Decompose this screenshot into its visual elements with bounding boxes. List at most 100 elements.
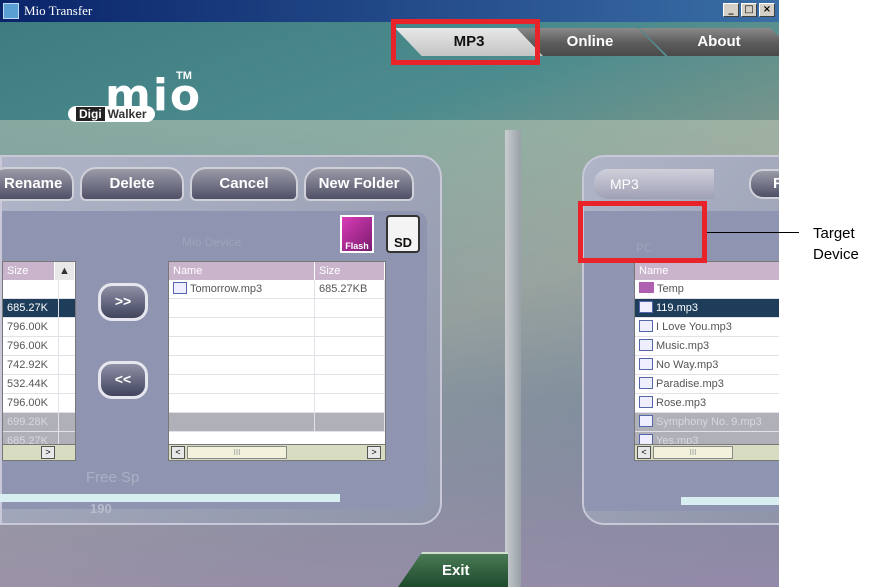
device-col-size[interactable]: Size xyxy=(315,262,385,280)
logo-trademark: TM xyxy=(176,70,192,82)
size-cell: 742.92K xyxy=(3,356,59,374)
pc-list-hscroll[interactable]: > xyxy=(3,444,75,460)
list-item[interactable]: Paradise.mp3 xyxy=(635,375,779,394)
close-button[interactable]: × xyxy=(759,3,775,17)
panel-divider xyxy=(505,130,521,587)
list-item[interactable]: Rose.mp3 xyxy=(635,394,779,413)
left-panel: Rename Delete Cancel New Folder Mio Devi… xyxy=(0,155,442,525)
f-button[interactable]: F xyxy=(749,169,779,199)
mp3-section-label: MP3 xyxy=(594,169,714,199)
scroll-up-icon[interactable]: ▲ xyxy=(55,262,75,280)
device-file-list[interactable]: Name Size Tomorrow.mp3 685.27KB < III > xyxy=(168,261,386,461)
cancel-button[interactable]: Cancel xyxy=(190,167,298,201)
progress-bar-right xyxy=(681,497,779,505)
list-item[interactable]: 685.27K xyxy=(3,299,75,318)
mio-logo: mio TM Digi Walker xyxy=(30,70,200,130)
list-item xyxy=(169,299,385,318)
logo-subtitle: Digi Walker xyxy=(68,106,155,122)
delete-button[interactable]: Delete xyxy=(80,167,184,201)
list-item[interactable]: 119.mp3 xyxy=(635,299,779,318)
mio-transfer-window: Mio Transfer _ □ × About Online MP3 mio … xyxy=(0,0,779,587)
size-cell: 685.27K xyxy=(3,299,59,317)
list-item xyxy=(169,375,385,394)
list-item[interactable]: No Way.mp3 xyxy=(635,356,779,375)
scroll-right-icon[interactable]: > xyxy=(367,446,381,459)
file-name: Paradise.mp3 xyxy=(656,378,724,390)
progress-bar-left xyxy=(0,494,340,502)
target-device-highlight xyxy=(578,201,707,263)
file-icon xyxy=(639,377,653,389)
list-item[interactable]: 796.00K xyxy=(3,337,75,356)
scroll-right-icon[interactable]: > xyxy=(41,446,55,459)
list-item[interactable]: Tomorrow.mp3 685.27KB xyxy=(169,280,385,299)
list-item[interactable]: Symphony No. 9.mp3 xyxy=(635,413,779,432)
maximize-button[interactable]: □ xyxy=(741,3,757,17)
name-cell: Temp xyxy=(635,280,779,298)
name-cell: Paradise.mp3 xyxy=(635,375,779,393)
file-name: Symphony No. 9.mp3 xyxy=(656,416,762,428)
scroll-thumb[interactable]: III xyxy=(187,446,287,459)
size-cell: 796.00K xyxy=(3,337,59,355)
target-list-header: Name xyxy=(635,262,779,280)
move-to-device-button[interactable]: >> xyxy=(98,283,148,321)
callout-line-2: Device xyxy=(813,246,859,263)
folder-icon xyxy=(639,282,654,293)
app-icon xyxy=(3,3,19,19)
list-item[interactable]: 699.28K xyxy=(3,413,75,432)
title-bar: Mio Transfer _ □ × xyxy=(0,0,779,22)
list-item[interactable]: Music.mp3 xyxy=(635,337,779,356)
list-item[interactable]: Temp xyxy=(635,280,779,299)
file-icon xyxy=(639,358,653,370)
list-item xyxy=(169,413,385,432)
scroll-left-icon[interactable]: < xyxy=(171,446,185,459)
file-name: I Love You.mp3 xyxy=(656,321,732,333)
sd-card-icon[interactable]: SD xyxy=(386,215,420,253)
size-cell: 699.28K xyxy=(3,413,59,431)
minimize-button[interactable]: _ xyxy=(723,3,739,17)
scroll-thumb[interactable]: III xyxy=(653,446,733,459)
device-col-name[interactable]: Name xyxy=(169,262,315,280)
list-item[interactable] xyxy=(3,280,75,299)
logo-sub-prefix: Digi xyxy=(76,107,105,121)
move-to-pc-button[interactable]: << xyxy=(98,361,148,399)
list-item[interactable]: 532.44K xyxy=(3,375,75,394)
file-icon xyxy=(639,396,653,408)
window-controls: _ □ × xyxy=(723,3,775,17)
rename-button[interactable]: Rename xyxy=(0,167,74,201)
file-name: 119.mp3 xyxy=(656,302,698,314)
free-space-label: Free Sp xyxy=(86,469,140,486)
logo-sub-suffix: Walker xyxy=(107,107,147,121)
list-item xyxy=(169,394,385,413)
name-cell: I Love You.mp3 xyxy=(635,318,779,336)
file-icon xyxy=(639,339,653,351)
new-folder-button[interactable]: New Folder xyxy=(304,167,414,201)
target-col-name[interactable]: Name xyxy=(635,262,779,280)
window-title: Mio Transfer xyxy=(24,3,93,18)
pc-list-header: Size ▲ xyxy=(3,262,75,280)
name-cell: Symphony No. 9.mp3 xyxy=(635,413,779,431)
file-icon xyxy=(173,282,187,294)
name-cell: Rose.mp3 xyxy=(635,394,779,412)
pc-file-list[interactable]: Size ▲ 685.27K 796.00K 796.00K 742.92K 5… xyxy=(2,261,76,461)
list-item[interactable]: 796.00K xyxy=(3,394,75,413)
device-list-hscroll[interactable]: < III > xyxy=(169,444,385,460)
transfer-area: Mio Device Flash SD Size ▲ 685.27K 796.0… xyxy=(2,211,427,516)
name-cell: Tomorrow.mp3 xyxy=(169,280,315,298)
size-cell: 532.44K xyxy=(3,375,59,393)
list-item[interactable]: 796.00K xyxy=(3,318,75,337)
target-file-list[interactable]: Name Temp 119.mp3 I Love You.mp3 Music.m… xyxy=(634,261,779,461)
scroll-left-icon[interactable]: < xyxy=(637,446,651,459)
file-name: Rose.mp3 xyxy=(656,397,707,409)
pc-col-size[interactable]: Size xyxy=(3,262,55,280)
file-name: Temp xyxy=(657,283,684,295)
target-list-hscroll[interactable]: < III xyxy=(635,444,779,460)
file-name: No Way.mp3 xyxy=(656,359,719,371)
device-list-header: Name Size xyxy=(169,262,385,280)
size-cell: 685.27KB xyxy=(315,280,385,298)
file-icon xyxy=(639,301,653,313)
flash-memory-icon[interactable]: Flash xyxy=(340,215,374,253)
list-item[interactable]: I Love You.mp3 xyxy=(635,318,779,337)
size-cell xyxy=(3,280,59,298)
size-cell: 796.00K xyxy=(3,318,59,336)
list-item[interactable]: 742.92K xyxy=(3,356,75,375)
